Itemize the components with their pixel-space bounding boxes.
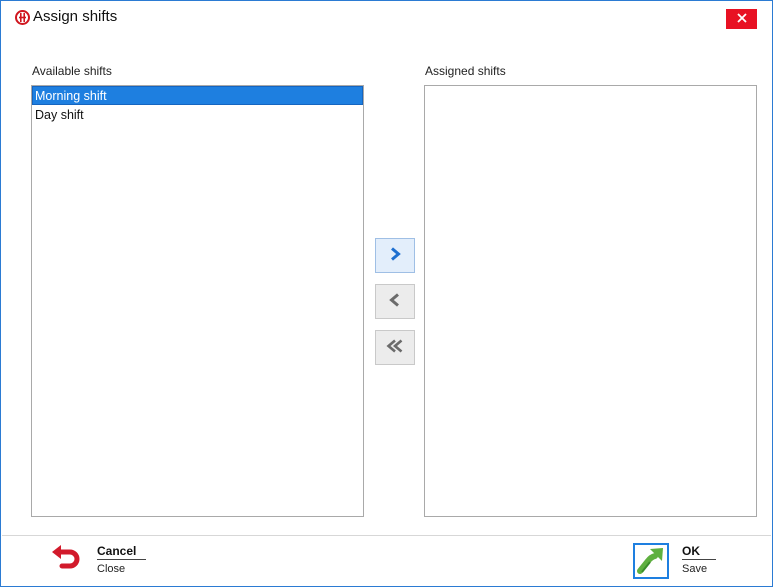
double-chevron-left-icon <box>386 339 404 356</box>
cancel-subtitle: Close <box>97 563 126 575</box>
shifts-app-icon <box>15 10 30 25</box>
remove-shift-button[interactable] <box>375 284 415 319</box>
chevron-left-icon <box>389 293 401 310</box>
cancel-button[interactable] <box>47 543 83 579</box>
close-icon <box>736 12 747 26</box>
available-shifts-list[interactable]: Morning shift Day shift <box>31 85 364 517</box>
title-bar: Assign shifts <box>1 1 772 33</box>
add-shift-button[interactable] <box>375 238 415 273</box>
ok-button[interactable] <box>633 543 669 579</box>
list-item-morning-shift[interactable]: Morning shift <box>32 86 363 105</box>
list-item-label: Morning shift <box>35 89 107 103</box>
chevron-right-icon <box>389 247 401 264</box>
undo-arrow-icon <box>48 543 82 580</box>
ok-arrow-icon <box>636 545 666 578</box>
ok-divider <box>682 559 716 560</box>
ok-title: OK <box>682 544 700 558</box>
window-title: Assign shifts <box>33 8 118 25</box>
assign-shifts-dialog: Assign shifts Available shifts Assigned … <box>0 0 773 587</box>
dialog-footer: Cancel Close OK Save <box>2 535 771 586</box>
list-item-label: Day shift <box>35 108 84 122</box>
assigned-shifts-list[interactable] <box>424 85 757 517</box>
ok-subtitle: Save <box>682 563 708 575</box>
list-item-day-shift[interactable]: Day shift <box>32 105 363 124</box>
cancel-title: Cancel <box>97 544 137 558</box>
close-button[interactable] <box>726 9 757 29</box>
available-shifts-label: Available shifts <box>32 64 112 78</box>
remove-all-shifts-button[interactable] <box>375 330 415 365</box>
assigned-shifts-label: Assigned shifts <box>425 64 506 78</box>
cancel-divider <box>97 559 146 560</box>
